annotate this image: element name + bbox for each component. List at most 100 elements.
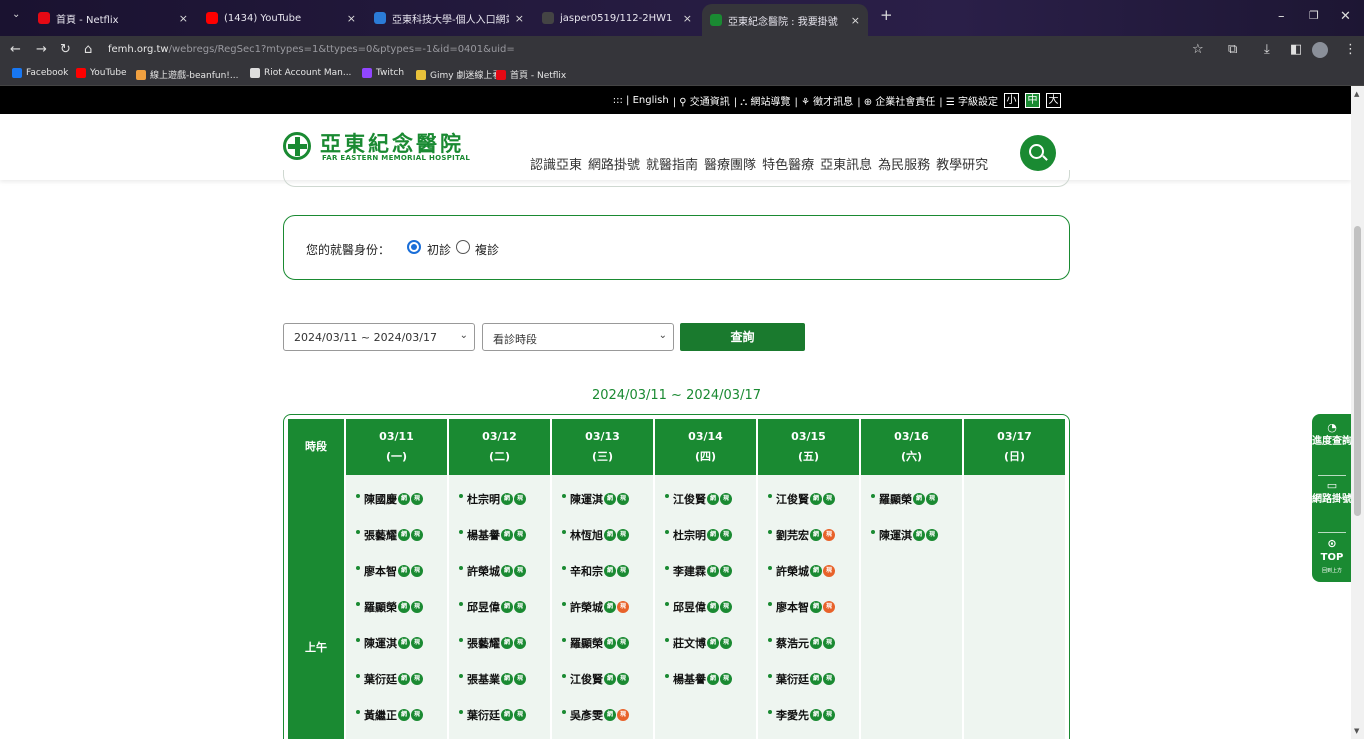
scrollbar-thumb[interactable] — [1354, 226, 1361, 516]
online-badge[interactable]: 網 — [501, 673, 513, 685]
progress-query-link[interactable]: ◔ 進度查詢 — [1312, 422, 1352, 448]
doctor-name[interactable]: 江俊賢 — [673, 491, 706, 507]
onsite-badge[interactable]: 現 — [720, 529, 732, 541]
onsite-badge[interactable]: 現 — [617, 601, 629, 613]
onsite-badge[interactable]: 現 — [514, 529, 526, 541]
doctor-entry[interactable]: 江俊賢網現 — [562, 671, 629, 687]
doctor-name[interactable]: 陳運淇 — [364, 635, 397, 651]
doctor-name[interactable]: 張藝耀 — [364, 527, 397, 543]
online-badge[interactable]: 網 — [810, 529, 822, 541]
doctor-entry[interactable]: 楊基譽網現 — [665, 671, 732, 687]
doctor-name[interactable]: 張基業 — [467, 671, 500, 687]
menu-icon[interactable]: ⋮ — [1344, 42, 1357, 57]
onsite-badge[interactable]: 現 — [823, 493, 835, 505]
doctor-entry[interactable]: 辛和宗網現 — [562, 563, 629, 579]
doctor-name[interactable]: 黃繼正 — [364, 707, 397, 723]
online-badge[interactable]: 網 — [604, 565, 616, 577]
doctor-name[interactable]: 廖本智 — [776, 599, 809, 615]
doctor-name[interactable]: 許榮城 — [467, 563, 500, 579]
utility-link[interactable]: | ⊕ 企業社會責任 — [857, 93, 935, 108]
doctor-name[interactable]: 楊基譽 — [673, 671, 706, 687]
doctor-name[interactable]: 葉衍廷 — [467, 707, 500, 723]
utility-link[interactable]: | ⚘ 徵才訊息 — [794, 93, 853, 108]
onsite-badge[interactable]: 現 — [617, 529, 629, 541]
doctor-name[interactable]: 楊基譽 — [467, 527, 500, 543]
online-badge[interactable]: 網 — [604, 637, 616, 649]
home-icon[interactable]: ⌂ — [84, 42, 92, 57]
doctor-entry[interactable]: 陳運淇網現 — [871, 527, 938, 543]
onsite-badge[interactable]: 現 — [514, 673, 526, 685]
date-range-select[interactable]: 2024/03/11 ~ 2024/03/17 ⌄ — [283, 323, 475, 351]
online-badge[interactable]: 網 — [913, 493, 925, 505]
doctor-entry[interactable]: 邱昱偉網現 — [459, 599, 526, 615]
doctor-entry[interactable]: 葉衍廷網現 — [459, 707, 526, 723]
online-badge[interactable]: 網 — [810, 709, 822, 721]
doctor-entry[interactable]: 江俊賢網現 — [665, 491, 732, 507]
onsite-badge[interactable]: 現 — [926, 493, 938, 505]
browser-tab[interactable]: jasper0519/112-2HW1 × — [534, 6, 700, 30]
online-badge[interactable]: 網 — [398, 637, 410, 649]
onsite-badge[interactable]: 現 — [617, 637, 629, 649]
doctor-name[interactable]: 李愛先 — [776, 707, 809, 723]
onsite-badge[interactable]: 現 — [823, 709, 835, 721]
scroll-down-icon[interactable]: ▼ — [1354, 727, 1359, 735]
online-badge[interactable]: 網 — [398, 565, 410, 577]
doctor-name[interactable]: 廖本智 — [364, 563, 397, 579]
doctor-entry[interactable]: 林恆旭網現 — [562, 527, 629, 543]
doctor-entry[interactable]: 江俊賢網現 — [768, 491, 835, 507]
online-badge[interactable]: 網 — [604, 673, 616, 685]
forward-icon[interactable]: → — [36, 42, 47, 57]
font-size-1[interactable]: 中 — [1025, 93, 1040, 108]
onsite-badge[interactable]: 現 — [617, 673, 629, 685]
online-badge[interactable]: 網 — [707, 493, 719, 505]
bookmark-star-icon[interactable]: ☆ — [1192, 42, 1204, 57]
doctor-entry[interactable]: 葉衍廷網現 — [356, 671, 423, 687]
browser-tab[interactable]: 亞東紀念醫院 : 我要掛號 × — [702, 4, 868, 36]
onsite-badge[interactable]: 現 — [720, 493, 732, 505]
tab-close-icon[interactable]: × — [347, 12, 356, 25]
font-size-2[interactable]: 大 — [1046, 93, 1061, 108]
tab-close-icon[interactable]: × — [683, 12, 692, 25]
doctor-entry[interactable]: 張基業網現 — [459, 671, 526, 687]
online-badge[interactable]: 網 — [707, 529, 719, 541]
online-badge[interactable]: 網 — [501, 637, 513, 649]
doctor-entry[interactable]: 陳運淇網現 — [356, 635, 423, 651]
font-size-0[interactable]: 小 — [1004, 93, 1019, 108]
bookmark-item[interactable]: Twitch — [362, 68, 404, 78]
tab-close-icon[interactable]: × — [179, 12, 188, 25]
onsite-badge[interactable]: 現 — [514, 565, 526, 577]
new-tab-icon[interactable]: + — [880, 6, 893, 24]
browser-tab[interactable]: 亞東科技大學-個人入口網站 × — [366, 6, 532, 30]
url-field[interactable]: femh.org.tw/webregs/RegSec1?mtypes=1&tty… — [108, 44, 515, 55]
online-badge[interactable]: 網 — [501, 565, 513, 577]
doctor-name[interactable]: 邱昱偉 — [467, 599, 500, 615]
online-badge[interactable]: 網 — [707, 637, 719, 649]
doctor-name[interactable]: 劉芫宏 — [776, 527, 809, 543]
doctor-entry[interactable]: 葉衍廷網現 — [768, 671, 835, 687]
online-badge[interactable]: 網 — [707, 673, 719, 685]
onsite-badge[interactable]: 現 — [926, 529, 938, 541]
doctor-name[interactable]: 辛和宗 — [570, 563, 603, 579]
doctor-name[interactable]: 陳運淇 — [570, 491, 603, 507]
doctor-name[interactable]: 林恆旭 — [570, 527, 603, 543]
search-icon[interactable] — [1020, 135, 1056, 171]
close-window-icon[interactable]: ✕ — [1340, 9, 1351, 24]
onsite-badge[interactable]: 現 — [411, 673, 423, 685]
online-badge[interactable]: 網 — [398, 673, 410, 685]
online-badge[interactable]: 網 — [604, 493, 616, 505]
minimize-icon[interactable]: – — [1278, 9, 1285, 24]
doctor-entry[interactable]: 李建霖網現 — [665, 563, 732, 579]
tab-close-icon[interactable]: × — [515, 12, 524, 25]
doctor-name[interactable]: 羅顯榮 — [570, 635, 603, 651]
reload-icon[interactable]: ↻ — [60, 42, 71, 57]
doctor-name[interactable]: 羅顯榮 — [879, 491, 912, 507]
onsite-badge[interactable]: 現 — [411, 493, 423, 505]
online-badge[interactable]: 網 — [810, 637, 822, 649]
doctor-entry[interactable]: 張藝耀網現 — [356, 527, 423, 543]
bookmark-item[interactable]: Facebook — [12, 68, 68, 78]
online-badge[interactable]: 網 — [398, 493, 410, 505]
onsite-badge[interactable]: 現 — [514, 709, 526, 721]
online-badge[interactable]: 網 — [810, 601, 822, 613]
download-icon[interactable]: ⤓ — [1264, 42, 1270, 57]
bookmark-item[interactable]: Riot Account Man... — [250, 68, 351, 78]
